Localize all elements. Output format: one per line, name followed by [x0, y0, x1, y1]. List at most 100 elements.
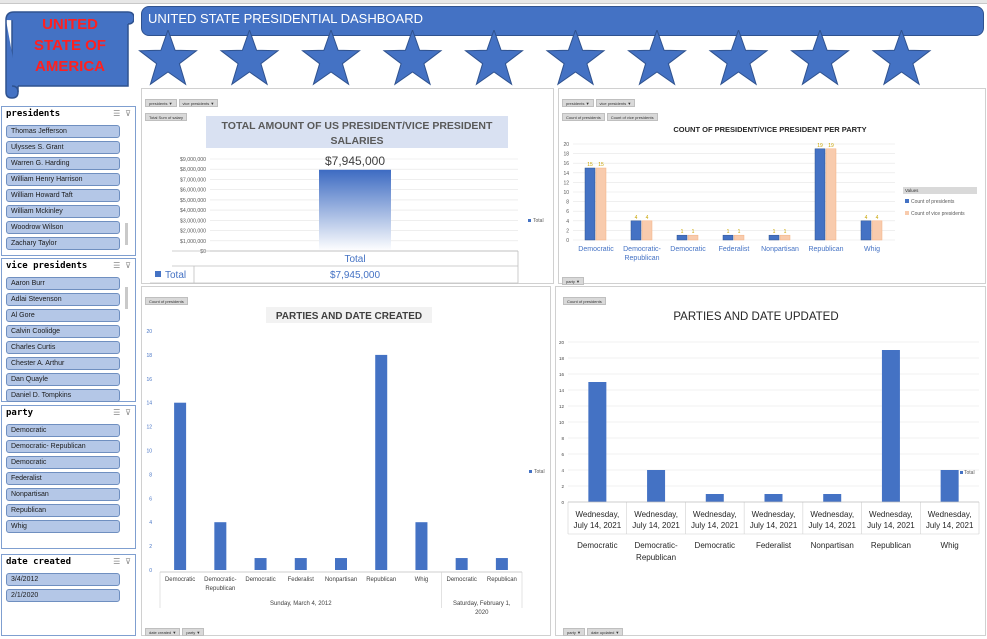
- chart-title: COUNT OF PRESIDENT/VICE PRESIDENT PER PA…: [673, 125, 866, 134]
- slicer-item[interactable]: Nonpartisan: [6, 488, 120, 501]
- slicer-presidents: presidents ☰ ⊽ Thomas Jefferson Ulysses S…: [1, 106, 136, 256]
- multi-select-icon[interactable]: ☰ ⊽: [113, 557, 131, 569]
- x-tick-label: Republican: [624, 255, 659, 262]
- scroll-banner-text: UNITED STATE OF AMERICA: [14, 14, 126, 77]
- y-tick-label: 14: [559, 388, 565, 393]
- slicer-item[interactable]: Democratic: [6, 456, 120, 469]
- x-tick-label: Democratic: [446, 577, 476, 583]
- slicer-scrollbar[interactable]: [125, 287, 128, 309]
- x-tick-label: Nonpartisan: [811, 541, 854, 550]
- x-tick-label: Democratic: [578, 246, 614, 253]
- presidents-bar: [584, 167, 596, 241]
- slicer-item[interactable]: 2/1/2020: [6, 589, 120, 602]
- bar: [174, 402, 187, 570]
- multi-select-icon[interactable]: ☰ ⊽: [113, 261, 131, 273]
- y-tick-label: 12: [146, 425, 152, 431]
- salary-chart-panel: presidents ▼ vice presidents ▼ Total Sum …: [141, 88, 554, 284]
- y-tick-label: 4: [566, 219, 569, 225]
- bar: [588, 382, 607, 502]
- presidents-bar: [814, 148, 826, 241]
- bar: [335, 558, 347, 570]
- y-tick-label: 2: [566, 228, 569, 234]
- date-tick-label: July 14, 2021: [867, 521, 915, 530]
- y-tick-label: $5,000,000: [180, 198, 206, 204]
- y-tick-label: 6: [566, 209, 569, 215]
- slicer-item[interactable]: William Mckinley: [6, 205, 120, 218]
- slicer-header: presidents ☰ ⊽: [2, 107, 135, 123]
- bar: [455, 558, 468, 570]
- y-tick-label: 14: [563, 171, 569, 177]
- slicer-item[interactable]: Charles Curtis: [6, 341, 120, 354]
- vice-presidents-bar: [687, 234, 699, 241]
- slicer-item[interactable]: Aaron Burr: [6, 277, 120, 290]
- star-icon: [464, 30, 524, 86]
- group-label: Sunday, March 4, 2012: [270, 601, 332, 607]
- star-icon: [871, 30, 932, 86]
- slicer-item[interactable]: Adlai Stevenson: [6, 293, 120, 306]
- date-tick-label: July 14, 2021: [574, 521, 622, 530]
- slicer-item[interactable]: 3/4/2012: [6, 573, 120, 586]
- chart-title: TOTAL AMOUNT OF US PRESIDENT/VICE PRESID…: [222, 120, 493, 132]
- dashboard-title: UNITED STATE PRESIDENTIAL DASHBOARD: [148, 11, 423, 26]
- x-tick-label: Democratic: [695, 541, 735, 550]
- slicer-item[interactable]: Al Gore: [6, 309, 120, 322]
- x-tick-label: Federalist: [756, 541, 792, 550]
- slicer-item[interactable]: Calvin Coolidge: [6, 325, 120, 338]
- date-tick-label: Wednesday,: [693, 510, 737, 519]
- x-tick-label: Republican: [366, 577, 396, 583]
- x-tick-label: Democratic: [577, 541, 617, 550]
- slicer-item[interactable]: William Henry Harrison: [6, 173, 120, 186]
- date-tick-label: Wednesday,: [752, 510, 796, 519]
- date-created-chart: PARTIES AND DATE CREATED2018161412108642…: [146, 307, 545, 616]
- slicer-item[interactable]: Woodrow Wilson: [6, 221, 120, 234]
- stars-row: [138, 30, 932, 86]
- y-tick-label: 0: [566, 238, 569, 244]
- slicer-item[interactable]: William Howard Taft: [6, 189, 120, 202]
- slicer-item[interactable]: Democratic- Republican: [6, 440, 120, 453]
- date-tick-label: July 14, 2021: [808, 521, 856, 530]
- slicer-date-created: date created ☰ ⊽ 3/4/2012 2/1/2020: [1, 554, 136, 636]
- slicer-item[interactable]: Dan Quayle: [6, 373, 120, 386]
- legend-label: Total: [964, 470, 975, 476]
- star-icon: [708, 30, 769, 86]
- x-tick-label: Nonpartisan: [761, 246, 799, 253]
- data-label: $7,945,000: [325, 154, 385, 168]
- y-tick-label: $8,000,000: [180, 167, 206, 173]
- slicer-title: presidents: [6, 109, 61, 119]
- column-ruler: [0, 0, 987, 4]
- slicer-header: party ☰ ⊽: [2, 406, 135, 422]
- x-tick-label: Democratic: [245, 577, 275, 583]
- y-tick-label: 10: [559, 420, 565, 425]
- legend-title: Values: [905, 188, 919, 193]
- x-tick-label: Nonpartisan: [325, 577, 357, 583]
- slicer-scrollbar[interactable]: [125, 223, 128, 245]
- data-label: 1: [681, 229, 684, 235]
- y-tick-label: 16: [146, 377, 152, 383]
- vice-presidents-bar: [641, 220, 653, 241]
- multi-select-icon[interactable]: ☰ ⊽: [113, 408, 131, 420]
- y-tick-label: 16: [563, 161, 569, 167]
- slicer-item[interactable]: Ulysses S. Grant: [6, 141, 120, 154]
- slicer-item[interactable]: Thomas Jefferson: [6, 125, 120, 138]
- date-tick-label: Wednesday,: [634, 510, 678, 519]
- multi-select-icon[interactable]: ☰ ⊽: [113, 109, 131, 121]
- x-tick-label: Democratic: [670, 246, 706, 253]
- bar: [940, 470, 959, 502]
- slicer-item[interactable]: Chester A. Arthur: [6, 357, 120, 370]
- legend-label: Count of vice presidents: [911, 211, 965, 217]
- slicer-item[interactable]: Daniel D. Tompkins: [6, 389, 120, 402]
- slicer-item[interactable]: Whig: [6, 520, 120, 533]
- slicer-item[interactable]: Warren G. Harding: [6, 157, 120, 170]
- slicer-item[interactable]: Federalist: [6, 472, 120, 485]
- data-label: 15: [598, 162, 604, 168]
- data-label: 19: [817, 143, 823, 149]
- y-tick-label: 18: [563, 152, 569, 158]
- slicer-item[interactable]: Democratic: [6, 424, 120, 437]
- bar: [495, 558, 508, 570]
- slicer-vice-presidents: vice presidents ☰ ⊽ Aaron Burr Adlai Stev…: [1, 258, 136, 402]
- slicer-item[interactable]: Republican: [6, 504, 120, 517]
- chart-title: SALARIES: [330, 135, 383, 147]
- slicer-item[interactable]: Zachary Taylor: [6, 237, 120, 250]
- y-tick-label: 2: [561, 484, 564, 489]
- legend-swatch: [528, 219, 531, 222]
